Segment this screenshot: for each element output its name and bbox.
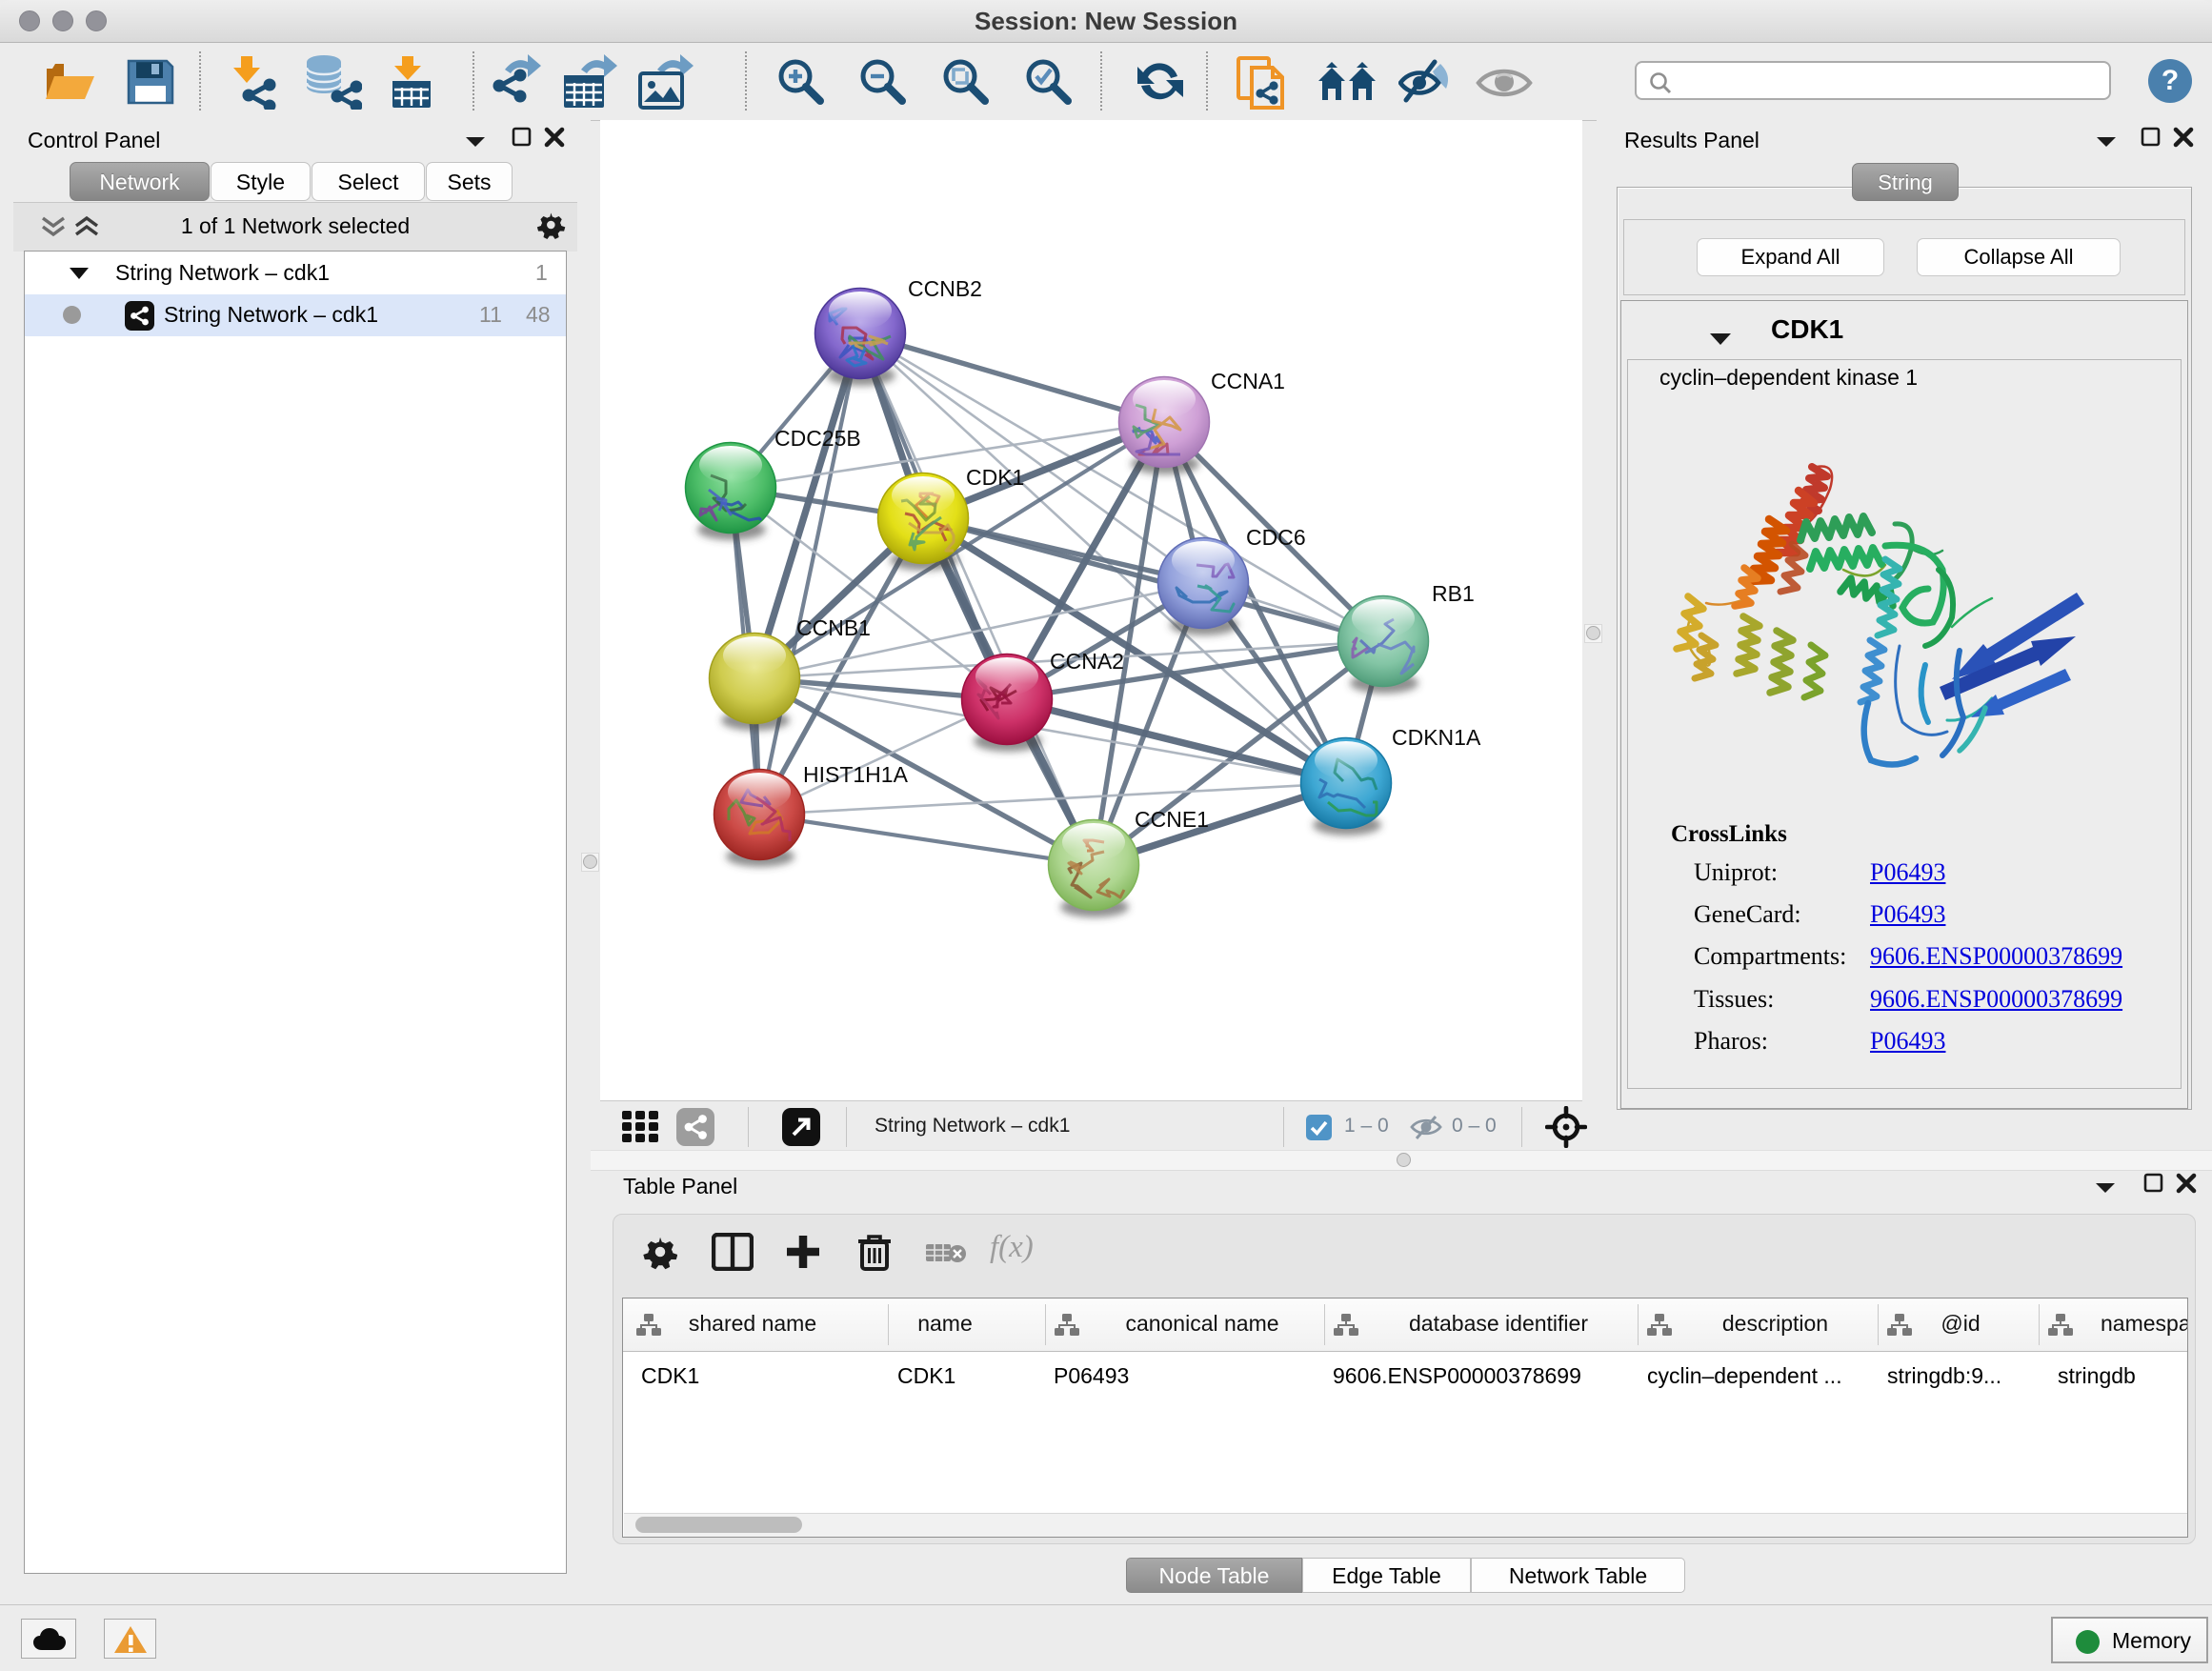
- svg-text:RB1: RB1: [1432, 581, 1475, 606]
- svg-text:CDC6: CDC6: [1246, 525, 1306, 550]
- svg-text:CDK1: CDK1: [966, 465, 1024, 490]
- svg-text:CCNA1: CCNA1: [1211, 369, 1285, 393]
- svg-text:CCNE1: CCNE1: [1135, 807, 1209, 832]
- svg-text:CCNA2: CCNA2: [1050, 649, 1124, 674]
- svg-text:CCNB1: CCNB1: [796, 615, 871, 640]
- svg-text:CCNB2: CCNB2: [908, 276, 982, 301]
- svg-text:CDC25B: CDC25B: [774, 426, 861, 451]
- svg-text:HIST1H1A: HIST1H1A: [803, 762, 909, 787]
- svg-text:CDKN1A: CDKN1A: [1392, 725, 1481, 750]
